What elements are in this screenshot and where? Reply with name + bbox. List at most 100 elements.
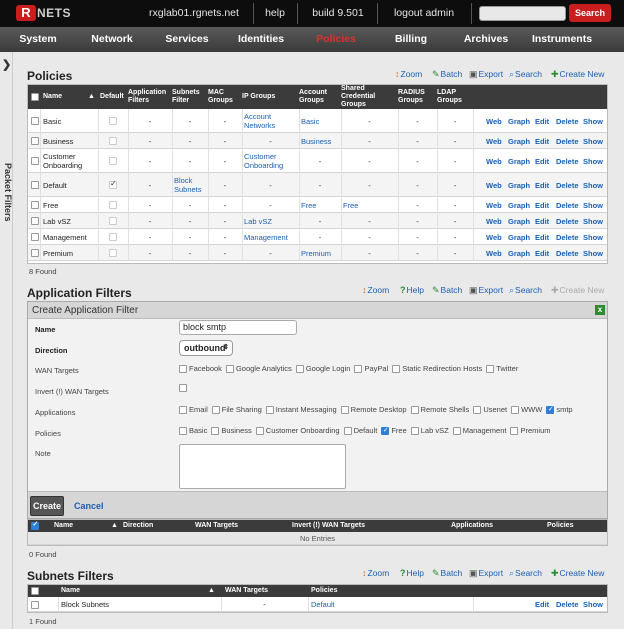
note-textarea[interactable] (179, 444, 346, 489)
option-customer-onboarding[interactable]: Customer Onboarding (255, 426, 340, 435)
col-ip-groups[interactable]: IP Groups (242, 85, 297, 109)
action-edit[interactable]: Edit (535, 245, 549, 261)
global-search-input[interactable] (479, 6, 566, 21)
option-default[interactable]: Default (343, 426, 377, 435)
option-lab-vsz[interactable]: Lab vSZ (410, 426, 449, 435)
help-button[interactable]: ?Help (400, 568, 424, 578)
policy-ip-link[interactable]: Lab vSZ (244, 213, 297, 229)
row-checkbox[interactable] (31, 109, 40, 133)
action-delete[interactable]: Delete (556, 173, 579, 197)
option-usenet[interactable]: Usenet (473, 405, 507, 414)
action-show[interactable]: Show (583, 197, 603, 213)
action-delete[interactable]: Delete (556, 133, 579, 149)
action-delete[interactable]: Delete (556, 197, 579, 213)
policy-shared-link[interactable]: Free (343, 197, 396, 213)
policy-account-link[interactable]: Business (301, 133, 339, 149)
option-twitter[interactable]: Twitter (486, 364, 518, 373)
sort-asc-icon[interactable]: ▲ (208, 585, 215, 597)
row-checkbox[interactable] (31, 229, 40, 245)
action-edit[interactable]: Edit (535, 133, 549, 149)
action-graph[interactable]: Graph (508, 149, 530, 173)
col-name[interactable]: Name (61, 585, 101, 597)
option-remote-shells[interactable]: Remote Shells (410, 405, 469, 414)
col-default[interactable]: Default (100, 85, 128, 109)
action-graph[interactable]: Graph (508, 213, 530, 229)
action-delete[interactable]: Delete (556, 597, 579, 612)
col-direction[interactable]: Direction (123, 520, 173, 532)
export-button[interactable]: ▣Export (469, 568, 503, 579)
option-basic[interactable]: Basic (179, 426, 207, 435)
policy-account-link[interactable]: Premium (301, 245, 339, 261)
chevron-right-icon[interactable]: ❯ (2, 58, 11, 71)
select-all-checkbox[interactable] (31, 585, 39, 597)
sidebar-label[interactable]: Packet Filters (3, 163, 13, 223)
batch-button[interactable]: ✎Batch (432, 285, 462, 296)
action-show[interactable]: Show (583, 229, 603, 245)
nav-archives[interactable]: Archives (458, 27, 514, 52)
option-free[interactable]: Free (381, 426, 407, 435)
hostname-link[interactable]: rxglab01.rgnets.net (139, 0, 249, 27)
search-tool-button[interactable]: ⌕Search (509, 568, 542, 579)
batch-button[interactable]: ✎Batch (432, 69, 462, 80)
action-web[interactable]: Web (486, 229, 502, 245)
policy-account-link[interactable]: Basic (301, 109, 339, 133)
policy-default-link[interactable]: Default (311, 597, 371, 612)
action-show[interactable]: Show (583, 173, 603, 197)
action-web[interactable]: Web (486, 133, 502, 149)
action-show[interactable]: Show (583, 213, 603, 229)
option-facebook[interactable]: Facebook (179, 364, 222, 373)
nav-system[interactable]: System (10, 27, 66, 52)
action-web[interactable]: Web (486, 197, 502, 213)
col-policies[interactable]: Policies (547, 520, 587, 532)
help-link[interactable]: help (259, 0, 291, 27)
policy-ip-link[interactable]: Customer Onboarding (244, 149, 297, 173)
action-edit[interactable]: Edit (535, 197, 549, 213)
option-file-sharing[interactable]: File Sharing (211, 405, 262, 414)
action-delete[interactable]: Delete (556, 229, 579, 245)
action-web[interactable]: Web (486, 109, 502, 133)
option-instant-messaging[interactable]: Instant Messaging (265, 405, 337, 414)
action-show[interactable]: Show (583, 149, 603, 173)
action-delete[interactable]: Delete (556, 109, 579, 133)
invert-checkbox[interactable] (179, 384, 187, 392)
select-all-checkbox[interactable] (31, 520, 39, 532)
option-google-login[interactable]: Google Login (295, 364, 350, 373)
option-static-redirection-hosts[interactable]: Static Redirection Hosts (392, 364, 482, 373)
col-subnets-filter[interactable]: Subnets Filter (172, 85, 206, 109)
direction-select[interactable]: outbound ⇕ (179, 340, 233, 356)
col-applications[interactable]: Applications (451, 520, 501, 532)
export-button[interactable]: ▣Export (469, 69, 503, 80)
option-remote-desktop[interactable]: Remote Desktop (340, 405, 407, 414)
option-business[interactable]: Business (211, 426, 252, 435)
policy-ip-link[interactable]: Management (244, 229, 297, 245)
option-premium[interactable]: Premium (510, 426, 551, 435)
row-checkbox[interactable] (31, 149, 40, 173)
nav-identities[interactable]: Identities (233, 27, 289, 52)
nav-billing[interactable]: Billing (383, 27, 439, 52)
row-checkbox[interactable] (31, 197, 40, 213)
action-edit[interactable]: Edit (535, 109, 549, 133)
option-email[interactable]: Email (179, 405, 208, 414)
action-show[interactable]: Show (583, 133, 603, 149)
nav-policies[interactable]: Policies (308, 27, 364, 52)
sort-asc-icon[interactable]: ▲ (88, 85, 95, 109)
option-management[interactable]: Management (452, 426, 506, 435)
action-web[interactable]: Web (486, 213, 502, 229)
col-wan-targets[interactable]: WAN Targets (225, 585, 285, 597)
action-edit[interactable]: Edit (535, 597, 549, 612)
create-button[interactable]: Create (30, 496, 64, 516)
col-shared-credential-groups[interactable]: Shared Credential Groups (341, 85, 396, 109)
action-edit[interactable]: Edit (535, 149, 549, 173)
col-invert-wan-targets[interactable]: Invert (!) WAN Targets (292, 520, 382, 532)
col-ldap-groups[interactable]: LDAP Groups (437, 85, 471, 109)
col-account-groups[interactable]: Account Groups (299, 85, 337, 109)
action-graph[interactable]: Graph (508, 245, 530, 261)
col-radius-groups[interactable]: RADIUS Groups (398, 85, 434, 109)
col-name[interactable]: Name (54, 520, 94, 532)
col-mac-groups[interactable]: MAC Groups (208, 85, 242, 109)
row-checkbox[interactable] (31, 173, 40, 197)
option-smtp[interactable]: smtp (546, 405, 573, 414)
col-wan-targets[interactable]: WAN Targets (195, 520, 255, 532)
action-delete[interactable]: Delete (556, 245, 579, 261)
row-checkbox[interactable] (31, 133, 40, 149)
